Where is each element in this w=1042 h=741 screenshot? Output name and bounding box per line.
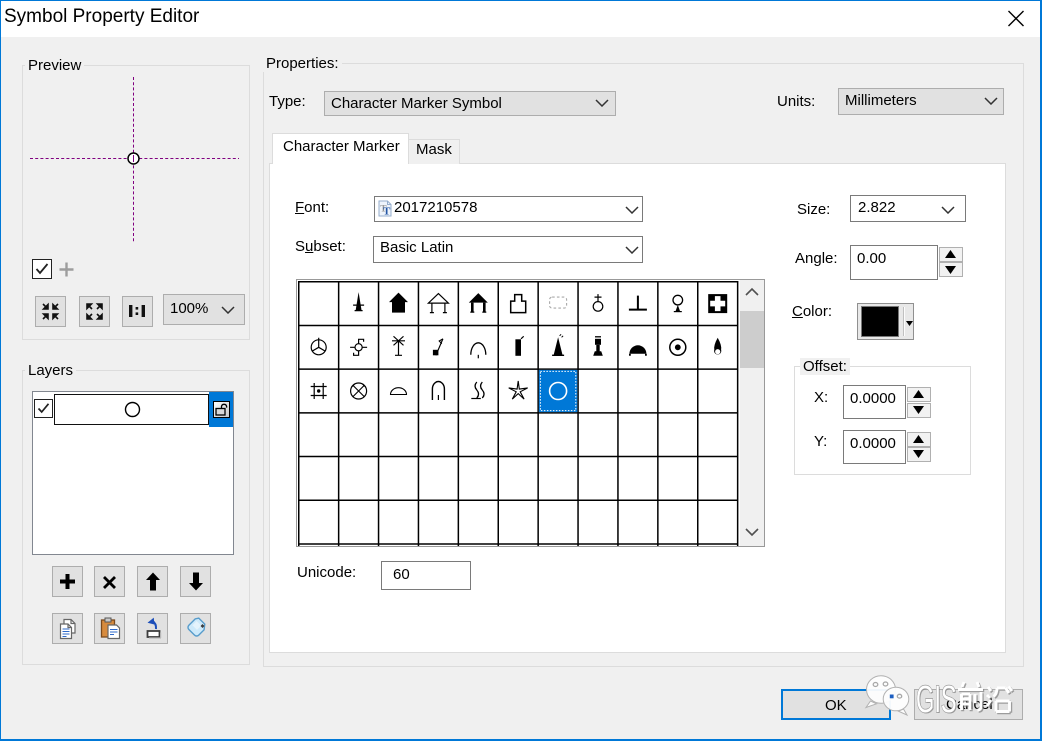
svg-text:T: T — [383, 206, 391, 218]
svg-text:GIS: GIS — [916, 677, 957, 720]
